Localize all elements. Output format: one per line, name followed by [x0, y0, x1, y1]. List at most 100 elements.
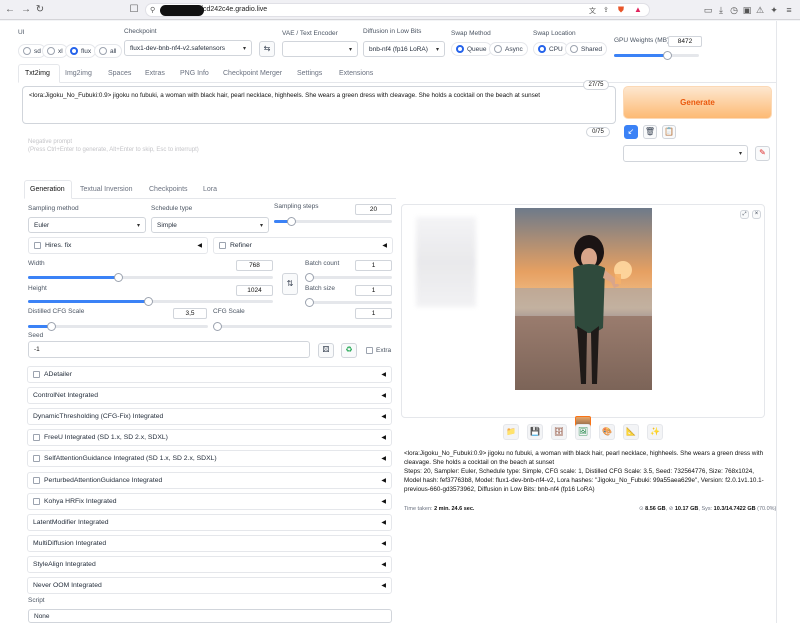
generated-image[interactable]	[515, 208, 652, 390]
download-icon[interactable]: ⤓	[716, 5, 726, 15]
save-button[interactable]: 💾	[527, 424, 543, 440]
brave-shield-icon[interactable]: ⛊	[618, 5, 624, 15]
accordion-checkbox[interactable]	[33, 371, 40, 378]
accordion-selfattentionguidance-integrated-sd-1-x-sd-2-x-sdxl[interactable]: SelfAttentionGuidance Integrated (SD 1.x…	[27, 450, 392, 468]
accordion-never-oom-integrated[interactable]: Never OOM Integrated ◀	[27, 577, 392, 594]
swap-method-queue[interactable]: Queue	[451, 42, 492, 56]
slider-knob[interactable]	[305, 273, 314, 282]
open-folder-button[interactable]: 📁	[503, 424, 519, 440]
cfg-scale-input[interactable]: 1	[355, 308, 392, 319]
subtab-lora[interactable]: Lora	[203, 186, 217, 193]
close-gallery-button[interactable]: ×	[752, 210, 761, 219]
accordion-freeu-integrated-sd-1-x-sd-2-x-sdxl[interactable]: FreeU Integrated (SD 1.x, SD 2.x, SDXL) ◀	[27, 429, 392, 447]
sidebar-icon[interactable]: ▭	[703, 5, 713, 15]
history-icon[interactable]: ◷	[729, 5, 739, 15]
bookmark-icon[interactable]: ☐	[128, 4, 140, 16]
accordion-controlnet-integrated[interactable]: ControlNet Integrated ◀	[27, 387, 392, 405]
swap-method-async[interactable]: Async	[489, 42, 528, 56]
refresh-checkpoint-button[interactable]: ⇆	[259, 41, 275, 57]
accordion-dynamicthresholding-cfg-fix-integrated[interactable]: DynamicThresholding (CFG-Fix) Integrated…	[27, 408, 392, 426]
tab-spaces[interactable]: Spaces	[108, 70, 131, 77]
fullscreen-button[interactable]: ⤢	[740, 210, 749, 219]
width-slider[interactable]	[28, 273, 273, 282]
translate-icon[interactable]: 文	[589, 6, 596, 16]
negative-prompt-input[interactable]: Negative prompt (Press Ctrl+Enter to gen…	[22, 134, 616, 168]
script-select[interactable]: None	[28, 609, 392, 623]
tab-png-info[interactable]: PNG Info	[180, 70, 209, 77]
batch-count-slider[interactable]	[305, 273, 392, 282]
checkpoint-select[interactable]: flux1-dev-bnb-nf4-v2.safetensors ▾	[124, 40, 252, 56]
apply-style-button[interactable]: 📋	[662, 125, 676, 139]
batch-size-slider[interactable]	[305, 298, 392, 307]
tab-settings[interactable]: Settings	[297, 70, 322, 77]
tab-extras[interactable]: Extras	[145, 70, 165, 77]
refiner-accordion[interactable]: Refiner ◀	[213, 237, 393, 254]
clear-prompt-button[interactable]: 🗑	[643, 125, 657, 139]
random-seed-button[interactable]: ⚄	[318, 343, 334, 358]
slider-knob[interactable]	[47, 322, 56, 331]
accordion-checkbox[interactable]	[33, 476, 40, 484]
slider-knob[interactable]	[144, 297, 153, 306]
swap-location-cpu[interactable]: CPU	[533, 42, 568, 56]
ui-option-xl[interactable]: xl	[42, 44, 68, 58]
reload-icon[interactable]: ↻	[34, 4, 46, 16]
slider-knob[interactable]	[114, 273, 123, 282]
distilled-cfg-slider[interactable]	[28, 322, 208, 331]
send-to-extras-button[interactable]: 📐	[623, 424, 639, 440]
prompt-input[interactable]: <lora:Jigoku_No_Fubuki:0.9> jigoku no fu…	[22, 86, 616, 124]
hires-fix-accordion[interactable]: Hires. fix ◀	[28, 237, 208, 254]
sampling-method-select[interactable]: Euler ▾	[28, 217, 146, 233]
accordion-checkbox[interactable]	[33, 455, 40, 463]
slider-knob[interactable]	[662, 51, 672, 60]
subtab-checkpoints[interactable]: Checkpoints	[149, 186, 188, 193]
leo-icon[interactable]: ✦	[769, 5, 779, 15]
subtab-textual-inversion[interactable]: Textual Inversion	[80, 186, 133, 193]
accordion-adetailer[interactable]: ADetailer ◀	[27, 366, 392, 383]
slider-knob[interactable]	[305, 298, 314, 307]
send-to-img2img-button[interactable]: 🖼	[575, 424, 591, 440]
paste-params-button[interactable]: ↙	[624, 125, 638, 139]
vpn-icon[interactable]: ⚠	[755, 5, 765, 15]
distilled-cfg-input[interactable]: 3,5	[173, 308, 207, 319]
height-slider[interactable]	[28, 297, 273, 306]
cfg-scale-slider[interactable]	[213, 322, 392, 331]
back-icon[interactable]: ←	[4, 4, 16, 16]
menu-icon[interactable]: ≡	[784, 5, 794, 15]
diffusion-select[interactable]: bnb-nf4 (fp16 LoRA) ▾	[363, 41, 445, 57]
batch-count-input[interactable]: 1	[355, 260, 392, 271]
height-input[interactable]: 1024	[236, 285, 273, 296]
address-bar[interactable]: ⚲ fcd242c4e.gradio.live 文 ⇪ ⛊ ▲	[145, 3, 650, 17]
accordion-stylealign-integrated[interactable]: StyleAlign Integrated ◀	[27, 555, 392, 573]
sampling-steps-slider[interactable]	[274, 217, 392, 226]
sampling-steps-input[interactable]: 20	[355, 204, 392, 215]
forward-icon[interactable]: →	[20, 4, 32, 16]
zip-button[interactable]: 🗄	[551, 424, 567, 440]
share-icon[interactable]: ⇪	[603, 6, 609, 14]
gpu-weights-slider[interactable]	[614, 51, 699, 60]
tab-img2img[interactable]: Img2img	[65, 70, 92, 77]
tab-extensions[interactable]: Extensions	[339, 70, 373, 77]
seed-input[interactable]: -1	[28, 341, 310, 358]
page-info-icon[interactable]: ⚲	[150, 6, 155, 14]
accordion-latentmodifier-integrated[interactable]: LatentModifier Integrated ◀	[27, 513, 392, 531]
width-input[interactable]: 768	[236, 260, 273, 271]
schedule-type-select[interactable]: Simple ▾	[151, 217, 269, 233]
batch-size-input[interactable]: 1	[355, 285, 392, 296]
accordion-kohya-hrfix-integrated[interactable]: Kohya HRFix Integrated ◀	[27, 492, 392, 510]
styles-select[interactable]: ▾	[623, 145, 748, 162]
send-to-inpaint-button[interactable]: 🎨	[599, 424, 615, 440]
swap-location-shared[interactable]: Shared	[565, 42, 607, 56]
accordion-checkbox[interactable]	[33, 497, 40, 505]
generate-button[interactable]: Generate	[623, 86, 772, 119]
refiner-checkbox[interactable]	[219, 242, 226, 249]
wallet-icon[interactable]: ▣	[742, 5, 752, 15]
slider-knob[interactable]	[287, 217, 296, 226]
accordion-checkbox[interactable]	[33, 434, 40, 442]
slider-knob[interactable]	[213, 322, 222, 331]
tab-checkpoint-merger[interactable]: Checkpoint Merger	[223, 70, 282, 77]
ui-option-flux[interactable]: flux	[65, 44, 97, 58]
gpu-weights-input[interactable]: 8472	[668, 36, 702, 47]
swap-dimensions-button[interactable]: ⇅	[282, 273, 298, 295]
edit-styles-button[interactable]: ✎	[755, 146, 770, 161]
extra-seed-checkbox[interactable]	[366, 347, 373, 354]
